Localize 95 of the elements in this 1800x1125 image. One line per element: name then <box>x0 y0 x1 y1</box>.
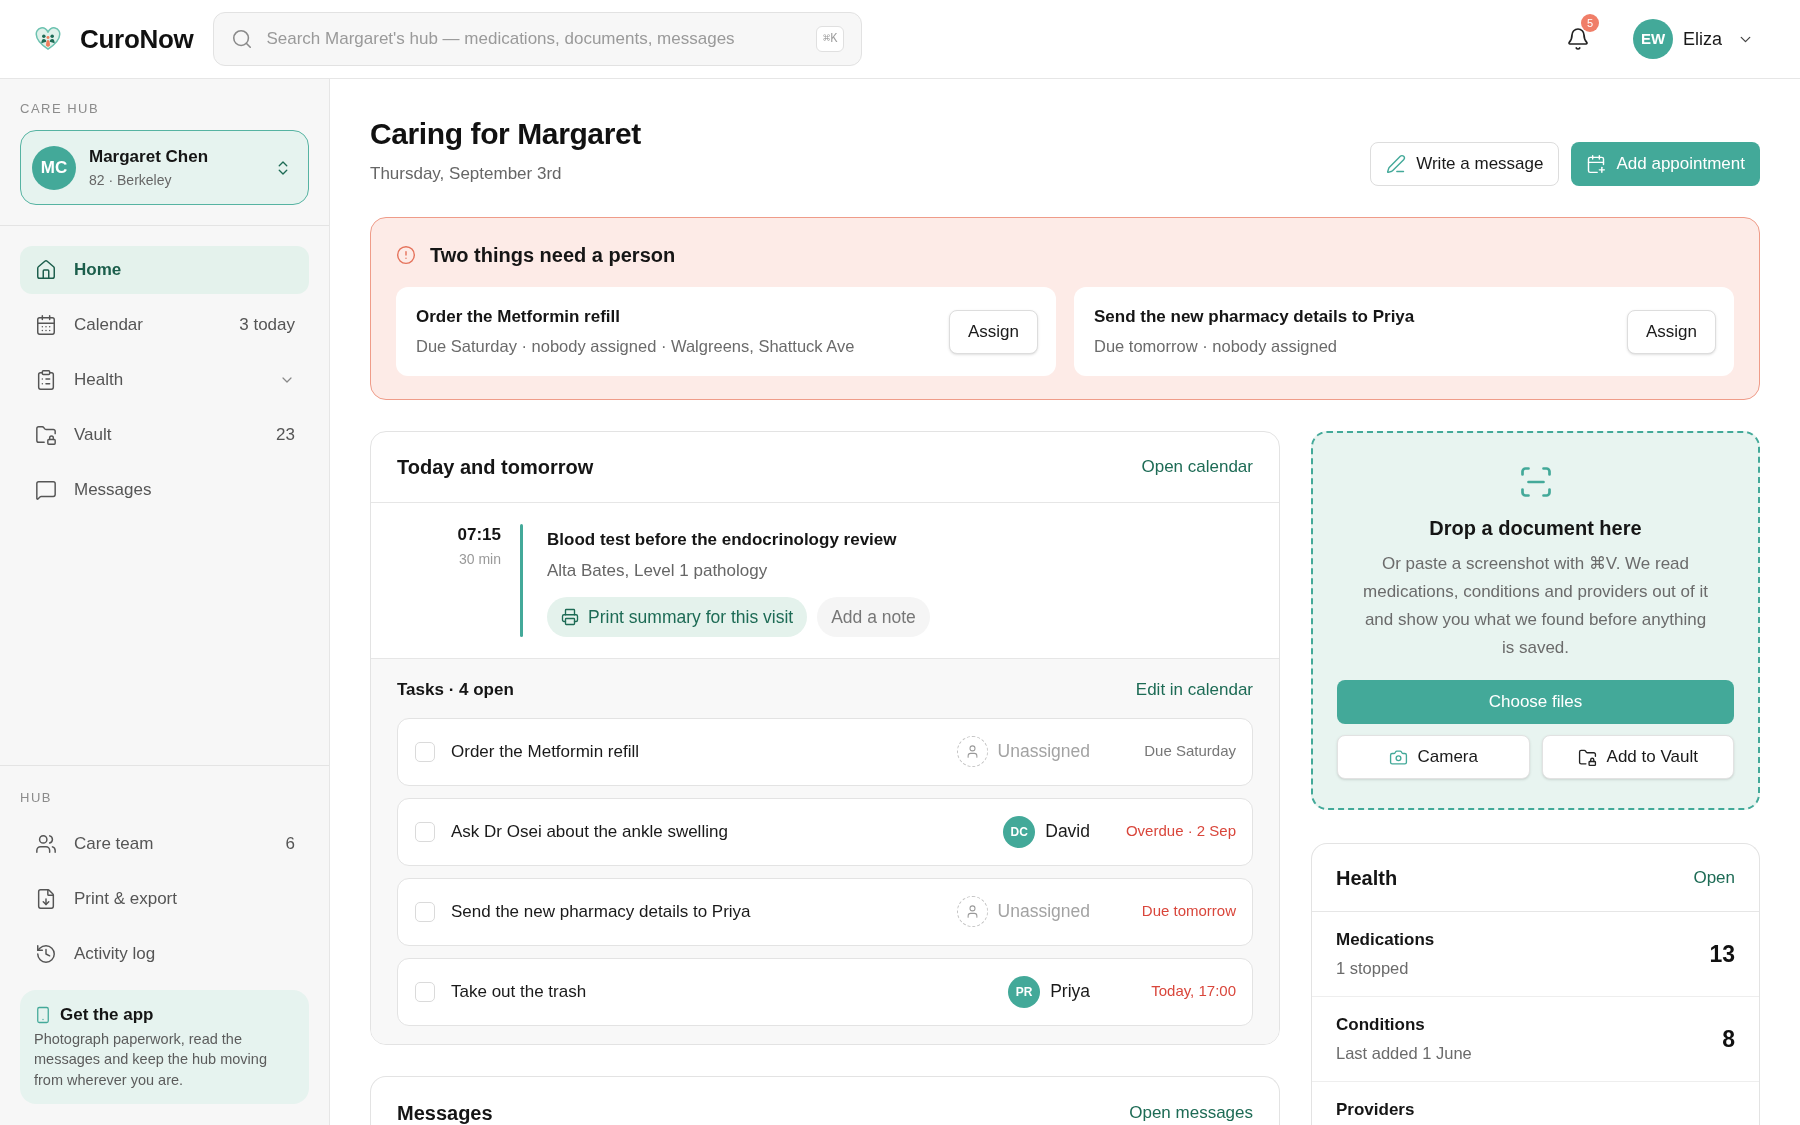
drop-text: Or paste a screenshot with ⌘V. We read medications, conditions and providers out of it and show you what we found before anything is saved. <box>1362 553 1709 659</box>
metric-count: 8 <box>1722 1025 1735 1055</box>
sidebar-item[interactable]: Care team 6 <box>20 819 309 868</box>
alert-title: Two things need a person <box>430 243 676 268</box>
chat-bubble-icon <box>35 479 57 501</box>
calendar-plus-icon <box>1586 154 1607 174</box>
user-name[interactable]: Eliza <box>1683 25 1722 53</box>
drop-zone[interactable]: Drop a document here Or paste a screenshot with ⌘V. We read medications, conditions and providers out of it and show you what we found before anything is saved. Choose files Camera Add to Vault <box>1311 431 1760 810</box>
task-due: Today, 17:00 <box>1150 981 1236 1002</box>
item-count: 6 <box>285 832 295 855</box>
promo-title: Get the app <box>60 1003 154 1026</box>
assignee-name: Unassigned <box>997 900 1090 924</box>
house-icon <box>35 259 57 281</box>
assignee-name: David <box>1045 820 1090 844</box>
event-location: Alta Bates, Level 1 pathology <box>547 560 768 582</box>
event-title: Blood test before the endocrinology review <box>547 529 897 551</box>
sidebar-item[interactable]: Vault 23 <box>20 411 309 459</box>
search-icon <box>231 28 254 50</box>
card-link[interactable]: Edit in calendar <box>1135 677 1253 703</box>
card-title: Today and tomorrow <box>397 455 594 480</box>
shortcut-key: ⌘K <box>816 26 845 52</box>
alert-item-detail: Due Saturday · nobody assigned · Walgreens, Shattuck Ave <box>416 335 855 357</box>
print-summary-button[interactable]: Print summary for this visit <box>547 597 808 637</box>
bell-icon[interactable] <box>1566 27 1590 51</box>
metric-detail: Last added 1 June <box>1336 1043 1472 1064</box>
task-label: Order the Metformin refill <box>451 740 639 763</box>
section-label: HUB <box>20 788 52 807</box>
patient-name: Margaret Chen <box>89 146 209 168</box>
tasks-heading: Tasks · 4 open <box>397 678 514 701</box>
add-to-vault-button[interactable]: Add to Vault <box>1541 735 1734 779</box>
task-due: Overdue · 2 Sep <box>1124 821 1236 842</box>
sidebar-item[interactable]: Print & export <box>20 874 309 923</box>
task-label: Take out the trash <box>451 980 587 1003</box>
task-label: Ask Dr Osei about the ankle swelling <box>451 820 728 843</box>
history-icon <box>35 942 57 965</box>
card-link[interactable]: Open calendar <box>1141 454 1253 480</box>
camera-icon <box>1388 747 1408 767</box>
file-download-icon <box>35 887 57 910</box>
alert-icon <box>396 245 416 265</box>
page-title: Caring for Margaret <box>370 116 641 152</box>
card-title: Health <box>1336 865 1398 891</box>
write-message-button[interactable]: Write a message <box>1370 142 1560 186</box>
assignee-name: Unassigned <box>997 740 1090 764</box>
card-title: Messages <box>397 1101 493 1125</box>
phone-icon <box>34 1005 52 1024</box>
drop-title: Drop a document here <box>1429 516 1642 541</box>
event-time: 07:15 <box>457 524 501 546</box>
page-date: Thursday, September 3rd <box>370 163 562 185</box>
event-duration: 30 min <box>458 550 501 568</box>
metric-label: Providers <box>1336 1099 1415 1121</box>
checkbox[interactable] <box>415 821 435 842</box>
calendar-icon <box>35 314 57 336</box>
brand-name: CuroNow <box>80 22 194 56</box>
assignee-avatar: PR <box>1008 975 1041 1008</box>
assign-button[interactable]: Assign <box>1626 309 1716 354</box>
task-due: Due Saturday <box>1143 741 1236 762</box>
checkbox[interactable] <box>415 901 435 922</box>
sidebar-item[interactable]: Calendar 3 today <box>20 301 309 349</box>
metric-label: Medications <box>1336 929 1435 951</box>
card-link[interactable]: Open messages <box>1129 1101 1253 1125</box>
clipboard-icon <box>35 369 57 391</box>
item-count: 3 today <box>239 314 295 337</box>
patient-card[interactable]: MC Margaret Chen 82 · Berkeley <box>20 130 309 205</box>
checkbox[interactable] <box>415 741 435 762</box>
metric-count: 13 <box>1709 940 1735 970</box>
metric-detail: 1 stopped <box>1336 958 1409 979</box>
printer-icon <box>561 608 579 626</box>
pen-icon <box>1386 154 1407 174</box>
alert-item-title: Send the new pharmacy details to Priya <box>1094 305 1415 328</box>
patient-detail: 82 · Berkeley <box>89 171 172 189</box>
assignee-name: Priya <box>1050 980 1090 1004</box>
notification-badge: 5 <box>1581 14 1599 32</box>
people-icon <box>35 832 57 855</box>
add-note-button[interactable]: Add a note <box>817 597 930 637</box>
heart-logo-icon <box>35 27 61 51</box>
section-label: CARE HUB <box>20 100 100 118</box>
task-due: Due tomorrow <box>1140 901 1236 922</box>
sidebar-item[interactable]: Health <box>20 356 309 404</box>
metric-label: Conditions <box>1336 1014 1425 1036</box>
alert-item-title: Order the Metformin refill <box>416 305 621 328</box>
folder-lock-icon <box>1577 747 1597 767</box>
item-count: 23 <box>276 424 295 447</box>
task-label: Send the new pharmacy details to Priya <box>451 900 751 923</box>
camera-button[interactable]: Camera <box>1337 735 1530 779</box>
sidebar-item[interactable]: Home <box>20 246 309 294</box>
assign-button[interactable]: Assign <box>948 309 1038 354</box>
folder-lock-icon <box>35 424 57 446</box>
patient-avatar: MC <box>32 145 76 190</box>
alert-item-detail: Due tomorrow · nobody assigned <box>1094 335 1338 357</box>
promo-text: Photograph paperwork, read the messages and keep the hub moving from wherever you are. <box>34 1029 268 1090</box>
sidebar-item[interactable]: Messages <box>20 466 309 514</box>
card-link[interactable]: Open <box>1693 864 1735 891</box>
sidebar-item[interactable]: Activity log <box>20 929 309 978</box>
assignee-avatar: DC <box>1003 815 1036 848</box>
checkbox[interactable] <box>415 981 435 1002</box>
